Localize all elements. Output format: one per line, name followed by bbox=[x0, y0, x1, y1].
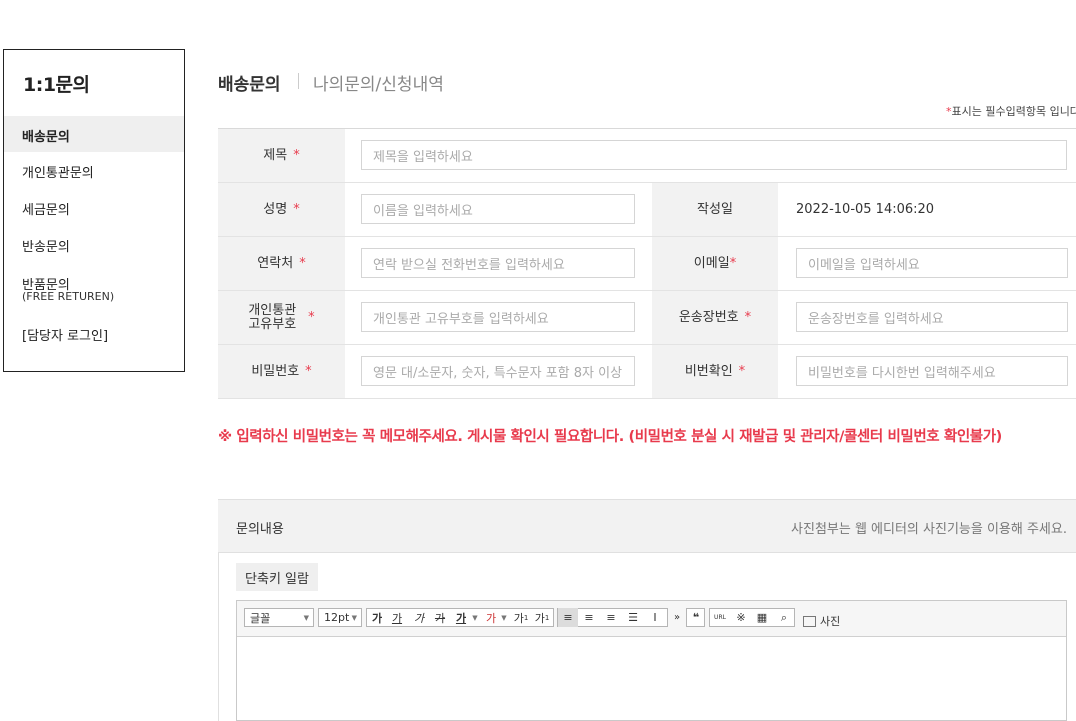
chevron-down-icon[interactable]: ▼ bbox=[470, 608, 480, 627]
content-label: 문의내용 bbox=[236, 522, 284, 537]
password-confirm-input[interactable]: 비밀번호를 다시한번 입력해주세요 bbox=[796, 356, 1068, 386]
customs-code-label: 개인통관 고유부호 * bbox=[218, 291, 345, 344]
name-input[interactable]: 이름을 입력하세요 bbox=[361, 194, 635, 224]
rich-text-editor: 글꼴 ▼ 12pt ▼ 가 가 가 가 가 ▼ 가 ▼ 가1 가1 ≡ ≡ ≡ ☰ … bbox=[236, 600, 1067, 721]
required-star: * bbox=[308, 309, 315, 325]
sidebar-title: 1:1문의 bbox=[23, 74, 90, 96]
bold-icon[interactable]: 가 bbox=[367, 608, 387, 627]
required-star: * bbox=[305, 363, 312, 379]
sidebar-item-label: [담당자 로그인] bbox=[22, 329, 109, 344]
font-family-select[interactable]: 글꼴 ▼ bbox=[244, 608, 314, 627]
sidebar-item-label: 세금문의 bbox=[22, 203, 70, 218]
content-header: 문의내용 사진첨부는 웹 에디터의 사진기능을 이용해 주세요. bbox=[218, 499, 1076, 553]
my-inquiries-link[interactable]: 나의문의/신청내역 bbox=[313, 70, 444, 95]
superscript-icon[interactable]: 가1 bbox=[511, 608, 531, 627]
phone-input[interactable]: 연락 받으실 전화번호를 입력하세요 bbox=[361, 248, 635, 278]
email-input[interactable]: 이메일을 입력하세요 bbox=[796, 248, 1068, 278]
sidebar-item-tax[interactable]: 세금문의 bbox=[4, 199, 184, 219]
shortcut-list-button[interactable]: 단축키 일람 bbox=[236, 563, 318, 591]
sidebar-item-sublabel: (FREE RETUREN) bbox=[22, 290, 115, 303]
inquiry-form: 제목 * 제목을 입력하세요 성명 * 이름을 입력하세요 작성일 2022-10-… bbox=[218, 128, 1076, 399]
font-size-select[interactable]: 12pt ▼ bbox=[318, 608, 362, 627]
font-color-icon[interactable]: 가 bbox=[451, 608, 471, 627]
page-title: 배송문의 bbox=[218, 75, 281, 95]
form-row-phone: 연락처 * 연락 받으실 전화번호를 입력하세요 이메일 * 이메일을 입력하세요 bbox=[218, 237, 1076, 291]
subject-label: 제목 * bbox=[218, 129, 345, 182]
name-label: 성명 * bbox=[218, 183, 345, 236]
align-center-icon[interactable]: ≡ bbox=[579, 608, 599, 627]
form-row-name: 성명 * 이름을 입력하세요 작성일 2022-10-05 14:06:20 bbox=[218, 183, 1076, 237]
quote-icon[interactable]: ❝ bbox=[686, 608, 706, 627]
sidebar-item-label: 개인통관문의 bbox=[22, 166, 94, 181]
photo-button[interactable]: 사진 bbox=[803, 613, 840, 629]
required-star: * bbox=[744, 309, 752, 325]
photo-attach-note: 사진첨부는 웹 에디터의 사진기능을 이용해 주세요. bbox=[791, 522, 1067, 537]
highlight-icon[interactable]: 가 bbox=[481, 608, 501, 627]
date-label: 작성일 bbox=[652, 183, 778, 236]
font-size-value: 12pt bbox=[324, 611, 350, 624]
sidebar: 1:1문의 배송문의 개인통관문의 세금문의 반송문의 반품문의 (FREE R… bbox=[3, 49, 185, 372]
title-divider bbox=[298, 73, 299, 89]
chevron-down-icon[interactable]: ▼ bbox=[499, 608, 509, 627]
date-value: 2022-10-05 14:06:20 bbox=[796, 202, 935, 217]
form-row-password: 비밀번호 * 영문 대/소문자, 숫자, 특수문자 포함 8자 이상 비번확인 * … bbox=[218, 345, 1076, 399]
sidebar-item-return[interactable]: 반품문의 (FREE RETUREN) bbox=[4, 274, 184, 308]
form-row-customs: 개인통관 고유부호 * 개인통관 고유부호를 입력하세요 운송장번호 * 운송장번호를… bbox=[218, 291, 1076, 345]
required-star: * bbox=[293, 201, 300, 217]
tracking-label: 운송장번호 * bbox=[652, 291, 778, 344]
link-icon[interactable]: URL bbox=[710, 608, 730, 627]
photo-label: 사진 bbox=[820, 615, 841, 628]
sidebar-item-return-ship[interactable]: 반송문의 bbox=[4, 236, 184, 256]
sidebar-item-label: 배송문의 bbox=[22, 130, 70, 145]
chevron-down-icon: ▼ bbox=[303, 613, 309, 622]
subject-input[interactable]: 제목을 입력하세요 bbox=[361, 140, 1067, 170]
tracking-input[interactable]: 운송장번호를 입력하세요 bbox=[796, 302, 1068, 332]
sidebar-item-shipping[interactable]: 배송문의 bbox=[4, 116, 184, 152]
more-icon[interactable]: » bbox=[667, 608, 687, 627]
required-star: * bbox=[729, 255, 737, 271]
password-warning: ※ 입력하신 비밀번호는 꼭 메모해주세요. 게시물 확인시 필요합니다. (비… bbox=[218, 429, 1002, 445]
form-row-subject: 제목 * 제목을 입력하세요 bbox=[218, 129, 1076, 183]
subscript-icon[interactable]: 가1 bbox=[532, 608, 552, 627]
email-label: 이메일 * bbox=[652, 237, 778, 290]
sidebar-item-manager-login[interactable]: [담당자 로그인] bbox=[4, 325, 184, 345]
editor-content-area[interactable] bbox=[237, 637, 1066, 720]
align-left-icon[interactable]: ≡ bbox=[558, 608, 578, 627]
required-star: * bbox=[738, 363, 746, 379]
special-char-icon[interactable]: ※ bbox=[731, 608, 751, 627]
table-icon[interactable]: ▦ bbox=[752, 608, 772, 627]
font-family-value: 글꼴 bbox=[250, 611, 271, 625]
find-icon[interactable]: ⌕ bbox=[774, 608, 794, 627]
required-note: *표시는 필수입력항목 입니다 bbox=[946, 103, 1076, 119]
sidebar-item-customs[interactable]: 개인통관문의 bbox=[4, 162, 184, 182]
required-star: * bbox=[299, 255, 306, 271]
editor-toolbar: 글꼴 ▼ 12pt ▼ 가 가 가 가 가 ▼ 가 ▼ 가1 가1 ≡ ≡ ≡ ☰ … bbox=[237, 601, 1066, 637]
align-right-icon[interactable]: ≡ bbox=[601, 608, 621, 627]
required-note-text: 표시는 필수입력항목 입니다 bbox=[951, 105, 1076, 118]
phone-label: 연락처 * bbox=[218, 237, 345, 290]
required-star: * bbox=[293, 147, 300, 163]
password-confirm-label: 비번확인 * bbox=[652, 345, 778, 398]
line-height-icon[interactable]: Ⅰ bbox=[645, 608, 665, 627]
align-justify-icon[interactable]: ☰ bbox=[623, 608, 643, 627]
sidebar-item-label: 반송문의 bbox=[22, 240, 70, 255]
password-input[interactable]: 영문 대/소문자, 숫자, 특수문자 포함 8자 이상 bbox=[361, 356, 635, 386]
customs-code-input[interactable]: 개인통관 고유부호를 입력하세요 bbox=[361, 302, 635, 332]
strikethrough-icon[interactable]: 가 bbox=[430, 608, 450, 627]
underline-icon[interactable]: 가 bbox=[387, 608, 407, 627]
password-label: 비밀번호 * bbox=[218, 345, 345, 398]
photo-icon bbox=[803, 615, 816, 627]
chevron-down-icon: ▼ bbox=[351, 613, 357, 622]
italic-icon[interactable]: 가 bbox=[409, 608, 429, 627]
